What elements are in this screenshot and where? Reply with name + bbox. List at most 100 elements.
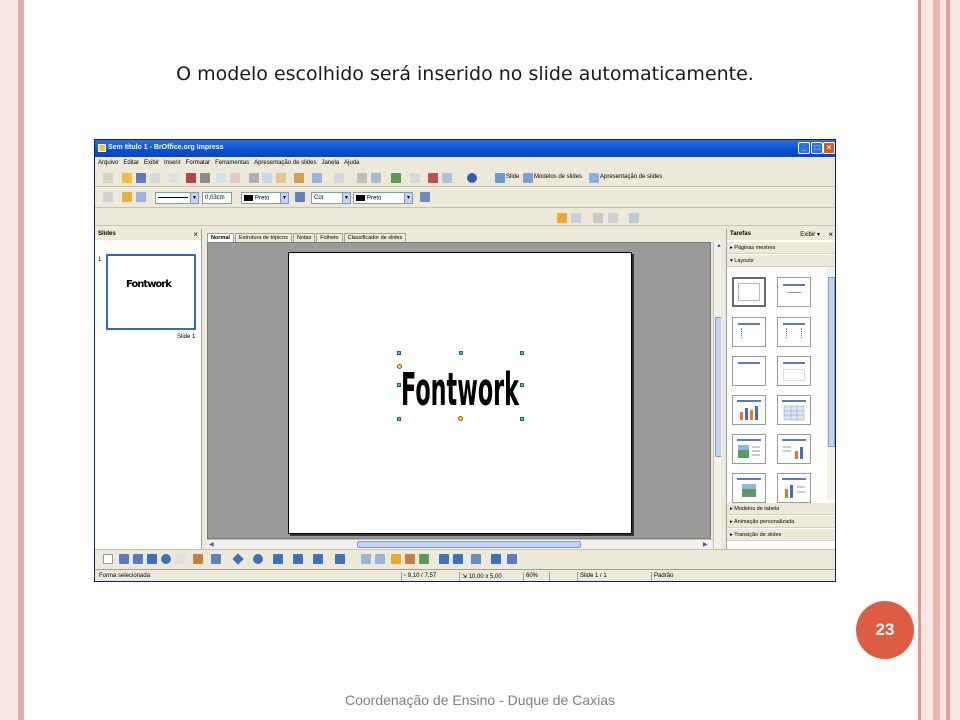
slide-edit-area[interactable]: Fontwork: [207, 242, 711, 539]
tasks-view-menu[interactable]: Exibir ▾: [800, 231, 820, 238]
layout-title-image[interactable]: [732, 473, 766, 503]
undo-icon[interactable]: [312, 173, 322, 183]
curve-tool-icon[interactable]: [193, 554, 203, 564]
fontwork-alignment-icon[interactable]: [608, 213, 618, 223]
adjust-handle[interactable]: [397, 364, 402, 369]
horizontal-scroll-thumb[interactable]: [357, 541, 581, 548]
scroll-left-icon[interactable]: ◀: [209, 541, 214, 548]
redo-icon[interactable]: [334, 173, 344, 183]
arrange-icon[interactable]: [471, 554, 481, 564]
block-arrows-icon[interactable]: [273, 554, 283, 564]
print-icon[interactable]: [200, 173, 210, 183]
points-icon[interactable]: [361, 554, 371, 564]
fontwork-object[interactable]: Fontwork: [389, 350, 529, 432]
shadow-icon[interactable]: [420, 192, 430, 202]
selection-handle[interactable]: [397, 417, 401, 421]
help-icon[interactable]: [467, 173, 477, 183]
section-slide-transition[interactable]: ▸ Transição de slides: [727, 529, 835, 541]
presentation-icon[interactable]: [589, 173, 599, 183]
layout-blank[interactable]: [732, 277, 766, 307]
callouts-icon[interactable]: [313, 554, 323, 564]
adjust-handle[interactable]: [458, 416, 463, 421]
layout-title-only[interactable]: [777, 277, 811, 307]
selection-handle[interactable]: [459, 351, 463, 355]
layout-title-text[interactable]: [777, 356, 811, 386]
close-icon[interactable]: ×: [193, 230, 198, 239]
cut-icon[interactable]: [249, 173, 259, 183]
menu-inserir[interactable]: Inserir: [164, 160, 181, 166]
section-layouts[interactable]: ▾ Layouts: [727, 255, 835, 267]
layout-title-content[interactable]: [732, 317, 766, 347]
slide-design-icon[interactable]: [523, 173, 533, 183]
zoom-icon[interactable]: [442, 173, 452, 183]
from-file-icon[interactable]: [405, 554, 415, 564]
tab-normal[interactable]: Normal: [207, 233, 234, 242]
line-color-select[interactable]: Preto ▾: [241, 192, 289, 204]
new-document-icon[interactable]: [103, 173, 113, 183]
ellipse-tool-icon[interactable]: [161, 554, 171, 564]
layout-title-two-content[interactable]: [777, 317, 811, 347]
horizontal-scrollbar[interactable]: ◀ ▶: [207, 539, 713, 549]
menu-formatar[interactable]: Formatar: [186, 160, 210, 166]
spellcheck-icon[interactable]: [216, 173, 226, 183]
menu-exibir[interactable]: Exibir: [144, 160, 159, 166]
close-icon[interactable]: ×: [828, 230, 833, 239]
tab-handout[interactable]: Folheto: [316, 233, 343, 242]
area-style-select[interactable]: Cor ▾: [311, 192, 351, 204]
stars-icon[interactable]: [335, 554, 345, 564]
gallery-icon[interactable]: [419, 554, 429, 564]
slide-templates-button[interactable]: Modelos de slides: [534, 174, 582, 180]
line-icon[interactable]: [122, 192, 132, 202]
selection-handle[interactable]: [520, 417, 524, 421]
interaction-icon[interactable]: [507, 554, 517, 564]
menu-ajuda[interactable]: Ajuda: [344, 160, 359, 166]
line-width-input[interactable]: 0,03cm: [202, 192, 232, 204]
tab-notes[interactable]: Notas: [292, 233, 316, 242]
connector-tool-icon[interactable]: [211, 554, 221, 564]
status-zoom[interactable]: 60%: [523, 572, 545, 581]
tab-outline[interactable]: Estrutura de tópicos: [234, 233, 292, 242]
edit-file-icon[interactable]: [169, 173, 179, 183]
rectangle-tool-icon[interactable]: [147, 554, 157, 564]
text-tool-icon[interactable]: [175, 554, 185, 564]
align-icon[interactable]: [453, 554, 463, 564]
area-color-select[interactable]: Preto ▾: [353, 192, 413, 204]
menu-arquivo[interactable]: Arquivo: [98, 160, 118, 166]
glue-points-icon[interactable]: [375, 554, 385, 564]
fontwork-shape-icon[interactable]: [571, 213, 581, 223]
save-icon[interactable]: [136, 173, 146, 183]
scroll-right-icon[interactable]: ▶: [703, 541, 708, 548]
arrow-style-icon[interactable]: [136, 192, 146, 202]
section-master-pages[interactable]: ▸ Páginas mestres: [727, 242, 835, 254]
slide-page[interactable]: Fontwork: [288, 252, 632, 534]
layout-title-chart[interactable]: [732, 395, 766, 425]
export-pdf-icon[interactable]: [186, 173, 196, 183]
area-icon[interactable]: [295, 192, 305, 202]
selection-handle[interactable]: [520, 351, 524, 355]
extrusion-icon[interactable]: [491, 554, 501, 564]
layouts-scroll-thumb[interactable]: [828, 277, 835, 447]
grid-icon[interactable]: [410, 173, 420, 183]
line-arrow-tool-icon[interactable]: [133, 554, 143, 564]
layout-title-table[interactable]: [777, 395, 811, 425]
paste-icon[interactable]: [276, 173, 286, 183]
autospellcheck-icon[interactable]: [230, 173, 240, 183]
navigator-icon[interactable]: [391, 173, 401, 183]
selection-handle[interactable]: [397, 351, 401, 355]
menu-ferramentas[interactable]: Ferramentas: [215, 160, 249, 166]
fontwork-spacing-icon[interactable]: [629, 213, 639, 223]
clone-formatting-icon[interactable]: [294, 173, 304, 183]
section-custom-animation[interactable]: ▸ Animação personalizada: [727, 516, 835, 528]
menu-janela[interactable]: Janela: [321, 160, 339, 166]
menu-editar[interactable]: Editar: [123, 160, 139, 166]
open-icon[interactable]: [122, 173, 132, 183]
rotate-icon[interactable]: [439, 554, 449, 564]
slide-button[interactable]: Slide: [506, 174, 519, 180]
layouts-scrollbar[interactable]: [827, 267, 835, 500]
slide-icon[interactable]: [495, 173, 505, 183]
chart-icon[interactable]: [357, 173, 367, 183]
section-table-design[interactable]: ▸ Modelos de tabela: [727, 503, 835, 515]
fontwork-same-height-icon[interactable]: [593, 213, 603, 223]
slide-thumbnail[interactable]: Fontwork: [106, 254, 196, 330]
table-icon[interactable]: [371, 173, 381, 183]
